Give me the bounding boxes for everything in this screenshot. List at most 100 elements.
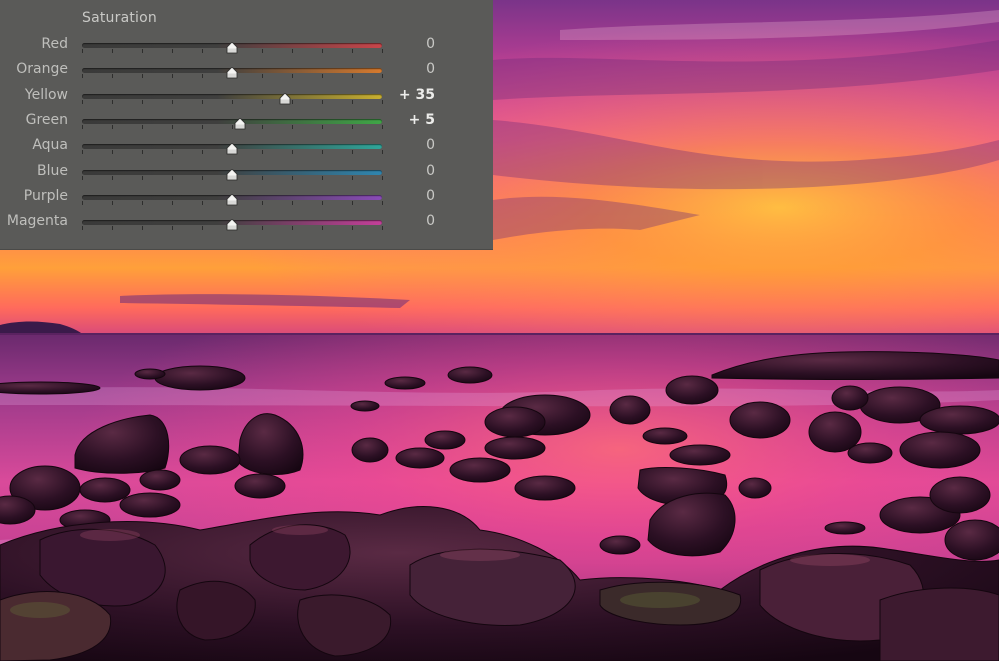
slider-track-green[interactable] bbox=[82, 118, 382, 124]
slider-thumb-green[interactable] bbox=[234, 115, 246, 130]
slider-tick bbox=[172, 150, 173, 155]
slider-tick bbox=[82, 150, 83, 155]
slider-tick bbox=[82, 175, 83, 180]
slider-value-blue[interactable]: 0 bbox=[375, 163, 435, 179]
slider-tick bbox=[202, 49, 203, 53]
slider-tick bbox=[352, 150, 353, 155]
slider-tick bbox=[262, 74, 263, 79]
slider-tick bbox=[202, 150, 203, 155]
slider-tick bbox=[82, 99, 83, 104]
slider-tick bbox=[202, 99, 203, 104]
slider-tick bbox=[112, 200, 113, 205]
slider-thumb-yellow[interactable] bbox=[279, 90, 291, 104]
slider-label-yellow: Yellow bbox=[24, 86, 68, 103]
slider-tick bbox=[142, 150, 143, 155]
slider-tick bbox=[292, 226, 293, 231]
slider-thumb-red[interactable] bbox=[226, 39, 238, 54]
slider-value-yellow[interactable]: + 35 bbox=[375, 87, 435, 103]
slider-value-orange[interactable]: 0 bbox=[375, 61, 435, 77]
slider-tick bbox=[352, 124, 353, 129]
slider-tick bbox=[292, 99, 293, 104]
slider-tick bbox=[202, 175, 203, 180]
slider-tick bbox=[262, 49, 263, 53]
slider-tick bbox=[202, 74, 203, 79]
slider-tick bbox=[202, 124, 203, 129]
slider-label-green: Green bbox=[25, 111, 68, 128]
slider-label-red: Red bbox=[41, 36, 68, 52]
slider-tick bbox=[352, 226, 353, 231]
saturation-panel: Saturation Red 0 Orange 0 Yellow + 35 Green + 5… bbox=[0, 0, 493, 250]
slider-row-orange: Orange 0 bbox=[0, 58, 493, 83]
slider-tick bbox=[202, 226, 203, 231]
slider-ticks bbox=[82, 124, 383, 130]
slider-tick bbox=[112, 74, 113, 79]
slider-thumb-orange[interactable] bbox=[226, 64, 238, 79]
slider-row-purple: Purple 0 bbox=[0, 185, 493, 210]
slider-tick bbox=[292, 74, 293, 79]
slider-tick bbox=[112, 175, 113, 180]
slider-thumb-blue[interactable] bbox=[226, 166, 238, 180]
slider-tick bbox=[262, 150, 263, 155]
slider-tick bbox=[112, 226, 113, 231]
slider-value-red[interactable]: 0 bbox=[375, 36, 435, 52]
slider-tick bbox=[322, 99, 323, 104]
slider-tick bbox=[112, 99, 113, 104]
slider-tick bbox=[112, 49, 113, 53]
slider-value-aqua[interactable]: 0 bbox=[375, 137, 435, 153]
slider-tick bbox=[262, 175, 263, 180]
panel-title: Saturation bbox=[82, 10, 157, 26]
slider-tick bbox=[142, 226, 143, 231]
slider-ticks bbox=[82, 99, 383, 105]
slider-tick bbox=[142, 124, 143, 129]
slider-tick bbox=[112, 124, 113, 129]
slider-tick bbox=[82, 200, 83, 205]
slider-row-aqua: Aqua 0 bbox=[0, 134, 493, 159]
slider-tick bbox=[172, 175, 173, 180]
slider-track-yellow[interactable] bbox=[82, 93, 382, 99]
slider-tick bbox=[262, 99, 263, 104]
slider-thumb-magenta[interactable] bbox=[226, 216, 238, 231]
slider-tick bbox=[112, 150, 113, 155]
slider-tick bbox=[322, 124, 323, 129]
slider-tick bbox=[172, 226, 173, 231]
slider-tick bbox=[292, 150, 293, 155]
slider-tick bbox=[82, 74, 83, 79]
slider-tick bbox=[352, 49, 353, 53]
slider-tick bbox=[322, 74, 323, 79]
slider-tick bbox=[142, 175, 143, 180]
slider-tick bbox=[322, 150, 323, 155]
slider-tick bbox=[172, 200, 173, 205]
slider-tick bbox=[352, 99, 353, 104]
slider-tick bbox=[292, 124, 293, 129]
slider-tick bbox=[172, 49, 173, 53]
slider-value-magenta[interactable]: 0 bbox=[375, 213, 435, 229]
slider-tick bbox=[322, 226, 323, 231]
slider-tick bbox=[322, 200, 323, 205]
slider-label-blue: Blue bbox=[37, 162, 68, 179]
slider-value-green[interactable]: + 5 bbox=[375, 112, 435, 128]
slider-tick bbox=[172, 124, 173, 129]
slider-tick bbox=[352, 74, 353, 79]
slider-thumb-purple[interactable] bbox=[226, 191, 238, 206]
slider-tick bbox=[142, 49, 143, 53]
slider-tick bbox=[262, 124, 263, 129]
slider-tick bbox=[232, 99, 233, 104]
slider-tick bbox=[142, 99, 143, 104]
slider-thumb-aqua[interactable] bbox=[226, 140, 238, 155]
slider-row-yellow: Yellow + 35 bbox=[0, 84, 493, 109]
slider-tick bbox=[142, 200, 143, 205]
slider-tick bbox=[262, 200, 263, 205]
slider-tick bbox=[292, 200, 293, 205]
slider-tick bbox=[292, 175, 293, 180]
slider-label-purple: Purple bbox=[23, 187, 68, 204]
slider-tick bbox=[82, 226, 83, 231]
slider-tick bbox=[202, 200, 203, 205]
slider-value-purple[interactable]: 0 bbox=[375, 188, 435, 204]
slider-row-magenta: Magenta 0 bbox=[0, 210, 493, 235]
slider-tick bbox=[172, 74, 173, 79]
slider-label-aqua: Aqua bbox=[32, 137, 68, 154]
slider-label-magenta: Magenta bbox=[6, 213, 68, 230]
slider-row-red: Red 0 bbox=[0, 33, 493, 58]
slider-tick bbox=[82, 124, 83, 129]
slider-tick bbox=[172, 99, 173, 104]
